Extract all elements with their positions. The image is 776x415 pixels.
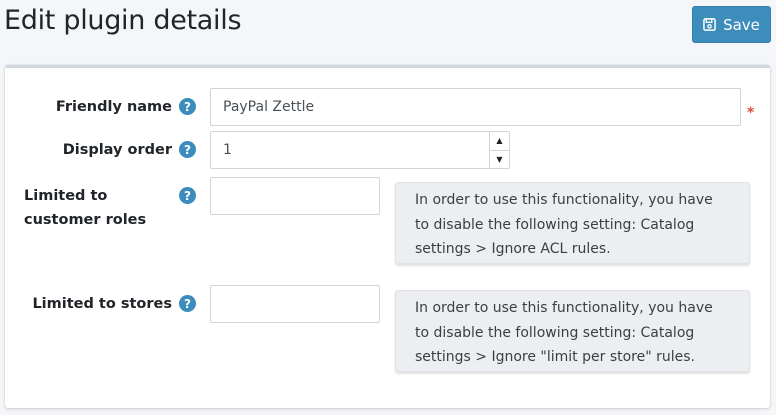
customer-roles-input[interactable]: [210, 177, 380, 215]
customer-roles-label: Limited to customer roles: [24, 188, 147, 228]
triangle-down-icon[interactable]: ▼: [490, 151, 509, 169]
triangle-up-icon[interactable]: ▲: [490, 132, 509, 151]
friendly-name-label: Friendly name: [55, 99, 172, 115]
stores-input[interactable]: [210, 285, 380, 323]
floppy-disk-icon: [703, 18, 716, 31]
save-button[interactable]: Save: [692, 6, 771, 43]
display-order-label: Display order: [62, 142, 172, 158]
friendly-name-input[interactable]: [210, 88, 741, 126]
question-circle-icon[interactable]: ?: [179, 98, 196, 115]
stores-note: In order to use this functionality, you …: [395, 290, 750, 372]
display-order-spinner: ▲ ▼: [489, 132, 509, 168]
stores-label: Limited to stores: [32, 296, 172, 312]
required-mark: *: [747, 105, 755, 121]
page-title: Edit plugin details: [4, 5, 242, 36]
save-button-label: Save: [723, 15, 760, 34]
display-order-input[interactable]: [210, 131, 510, 169]
plugin-details-card: Friendly name ? * Display order ? ▲ ▼ Li…: [5, 65, 770, 408]
question-circle-icon[interactable]: ?: [179, 187, 196, 204]
customer-roles-note: In order to use this functionality, you …: [395, 182, 750, 264]
question-circle-icon[interactable]: ?: [179, 141, 196, 158]
question-circle-icon[interactable]: ?: [179, 295, 196, 312]
